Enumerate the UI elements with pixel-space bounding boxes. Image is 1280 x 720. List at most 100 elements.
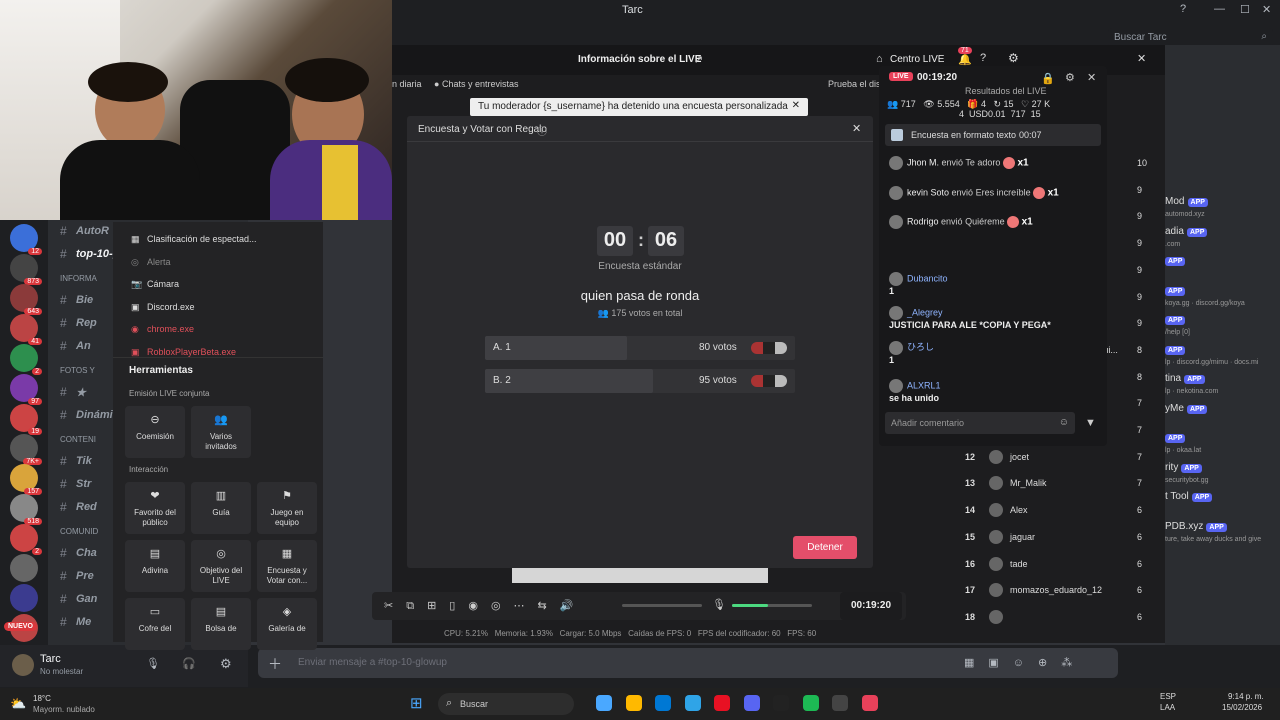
tool-button[interactable]: ▥ Guía xyxy=(191,482,251,534)
settings-icon[interactable]: ⚙ xyxy=(1008,51,1019,65)
comment-input[interactable]: Añadir comentario ☺ xyxy=(885,412,1075,434)
member-item[interactable]: Mod APP automod.xyz xyxy=(1165,195,1280,221)
tool-button[interactable]: ◎ Objetivo del LIVE xyxy=(191,540,251,592)
source-item[interactable]: chrome.exe xyxy=(147,324,194,334)
channel-item[interactable]: Me xyxy=(76,616,91,628)
tool-button[interactable]: ◈ Galería de xyxy=(257,598,317,650)
clock-time[interactable]: 9:14 p. m. xyxy=(1228,692,1264,701)
member-item[interactable]: rity APP securitybot.gg xyxy=(1165,461,1280,487)
tab-daily[interactable]: n diaria xyxy=(392,79,422,89)
poll-row[interactable]: Encuesta en formato texto 00:07 xyxy=(885,124,1101,146)
windows-start-icon[interactable]: ⊞ xyxy=(410,694,423,712)
close-toast-icon[interactable]: ✕ xyxy=(792,100,800,111)
gear-icon[interactable]: ⚙ xyxy=(220,656,232,672)
files-app-icon[interactable] xyxy=(625,695,642,711)
tool-button[interactable]: ⊖ Coemisión xyxy=(125,406,185,458)
obs-app-icon[interactable] xyxy=(832,695,848,711)
discord-app-icon[interactable] xyxy=(743,695,760,711)
server-icon[interactable]: 2 xyxy=(10,344,42,375)
emoji-icon[interactable]: ☺ xyxy=(1059,417,1069,428)
member-item[interactable]: APP xyxy=(1165,254,1280,280)
member-item[interactable]: PDB.xyz APP ture, take away ducks and giv… xyxy=(1165,520,1280,546)
member-item[interactable]: t Tool APP xyxy=(1165,490,1280,516)
server-icon[interactable]: 19 xyxy=(10,404,42,435)
tool-button[interactable]: ▤ Bolsa de xyxy=(191,598,251,650)
server-icon[interactable]: 2 xyxy=(10,524,42,555)
spotify-app-icon[interactable] xyxy=(802,695,819,711)
source-item[interactable]: Discord.exe xyxy=(147,302,195,312)
share-icon[interactable]: ↗ xyxy=(694,53,703,66)
channel-item[interactable]: Cha xyxy=(76,547,97,559)
microphone-icon[interactable]: 🎙 xyxy=(146,657,160,670)
channel-item[interactable]: Tik xyxy=(76,455,92,467)
filter-icon[interactable]: ▼ xyxy=(1085,417,1096,429)
close-modal-icon[interactable]: ✕ xyxy=(852,122,861,135)
stop-button[interactable]: Detener xyxy=(793,536,857,559)
channel-item[interactable]: Rep xyxy=(76,317,97,329)
teams-app-icon[interactable] xyxy=(596,695,612,711)
channel-item[interactable]: An xyxy=(76,340,91,352)
channel-item[interactable]: Str xyxy=(76,478,91,490)
language[interactable]: ESP xyxy=(1160,692,1176,701)
lock-icon[interactable]: 🔒 xyxy=(1041,72,1055,85)
member-item[interactable]: APP lp · okaa.lat xyxy=(1165,431,1280,457)
member-item[interactable]: APP/help [0] xyxy=(1165,313,1280,339)
close-icon[interactable]: ✕ xyxy=(1262,3,1271,16)
channel-category[interactable]: COMUNID xyxy=(60,527,98,536)
server-icon[interactable]: 643 xyxy=(10,284,42,315)
help-icon[interactable]: ? xyxy=(980,52,986,64)
tool-button[interactable]: ❤ Favorito del público xyxy=(125,482,185,534)
epic-app-icon[interactable] xyxy=(773,695,789,711)
plus-icon[interactable]: ＋ xyxy=(268,654,282,674)
member-item[interactable]: yMe APP xyxy=(1165,402,1280,428)
microphone-icon[interactable]: 🎙 xyxy=(712,598,726,611)
server-icon[interactable] xyxy=(10,584,38,612)
channel-category[interactable]: INFORMA xyxy=(60,274,97,283)
source-item[interactable]: Alerta xyxy=(147,257,171,267)
channel-item[interactable]: Dinámi xyxy=(76,409,113,421)
server-icon[interactable]: 97 xyxy=(10,374,42,405)
mic-slider[interactable] xyxy=(732,604,812,607)
channel-item[interactable]: Pre xyxy=(76,570,94,582)
channel-item[interactable]: AutoR xyxy=(76,225,109,237)
source-item[interactable]: RobloxPlayerBeta.exe xyxy=(147,347,236,357)
tool-button[interactable]: ▤ Adivina xyxy=(125,540,185,592)
server-icon[interactable]: 518 xyxy=(10,494,42,525)
minimize-icon[interactable]: — xyxy=(1214,3,1225,15)
taskbar-search[interactable]: ⌕ Buscar xyxy=(438,693,574,715)
outlook-app-icon[interactable] xyxy=(655,695,671,711)
close-panel-icon[interactable]: ✕ xyxy=(1087,71,1096,84)
channel-category[interactable]: CONTENI xyxy=(60,435,96,444)
member-item[interactable]: adia APP .com xyxy=(1165,225,1280,251)
channel-item[interactable]: Red xyxy=(76,501,97,513)
server-icon[interactable]: 7K+ xyxy=(10,434,42,465)
info-icon[interactable]: ⓘ xyxy=(537,123,547,138)
maximize-icon[interactable]: ☐ xyxy=(1240,3,1250,16)
member-item[interactable]: tina APP lp · nekotina.com xyxy=(1165,372,1280,398)
server-icon[interactable]: 41 xyxy=(10,314,42,345)
server-icon[interactable]: 873 xyxy=(10,254,42,285)
settings-icon[interactable]: ⚙ xyxy=(1065,71,1075,84)
tool-button[interactable]: 👥 Varios invitados xyxy=(191,406,251,458)
channel-item[interactable]: Bie xyxy=(76,294,93,306)
tool-button[interactable]: ▦ Encuesta y Votar con... xyxy=(257,540,317,592)
channel-category[interactable]: FOTOS Y xyxy=(60,366,95,375)
live-center-link[interactable]: Centro LIVE xyxy=(890,54,944,65)
tab-chats[interactable]: ● Chats y entrevistas xyxy=(434,79,518,89)
member-item[interactable]: APP koya.gg · discord.gg/koya xyxy=(1165,284,1280,310)
server-icon[interactable]: 157 xyxy=(10,464,42,495)
member-item[interactable]: APP lp · discord.gg/mimu · docs.mi xyxy=(1165,343,1280,369)
help-icon[interactable]: ? xyxy=(1180,3,1186,15)
channel-item[interactable]: Gan xyxy=(76,593,97,605)
chat-actions[interactable]: ▦▣☺⊕⁂ xyxy=(964,656,1086,669)
edge-app-icon[interactable] xyxy=(684,695,701,711)
control-icons[interactable]: ✂⧉⊞▯◉◎⋯⇆🔊 xyxy=(384,599,586,613)
home-icon[interactable]: ⌂ xyxy=(876,53,883,65)
source-item[interactable]: Cámara xyxy=(147,279,179,289)
avatar[interactable] xyxy=(12,654,34,676)
volume-slider[interactable] xyxy=(622,604,702,607)
source-item[interactable]: Clasificación de espectad... xyxy=(147,234,257,244)
server-icon[interactable] xyxy=(10,554,38,582)
server-icon[interactable]: 12 xyxy=(10,224,42,255)
bell-icon[interactable]: 🔔 xyxy=(958,53,972,66)
